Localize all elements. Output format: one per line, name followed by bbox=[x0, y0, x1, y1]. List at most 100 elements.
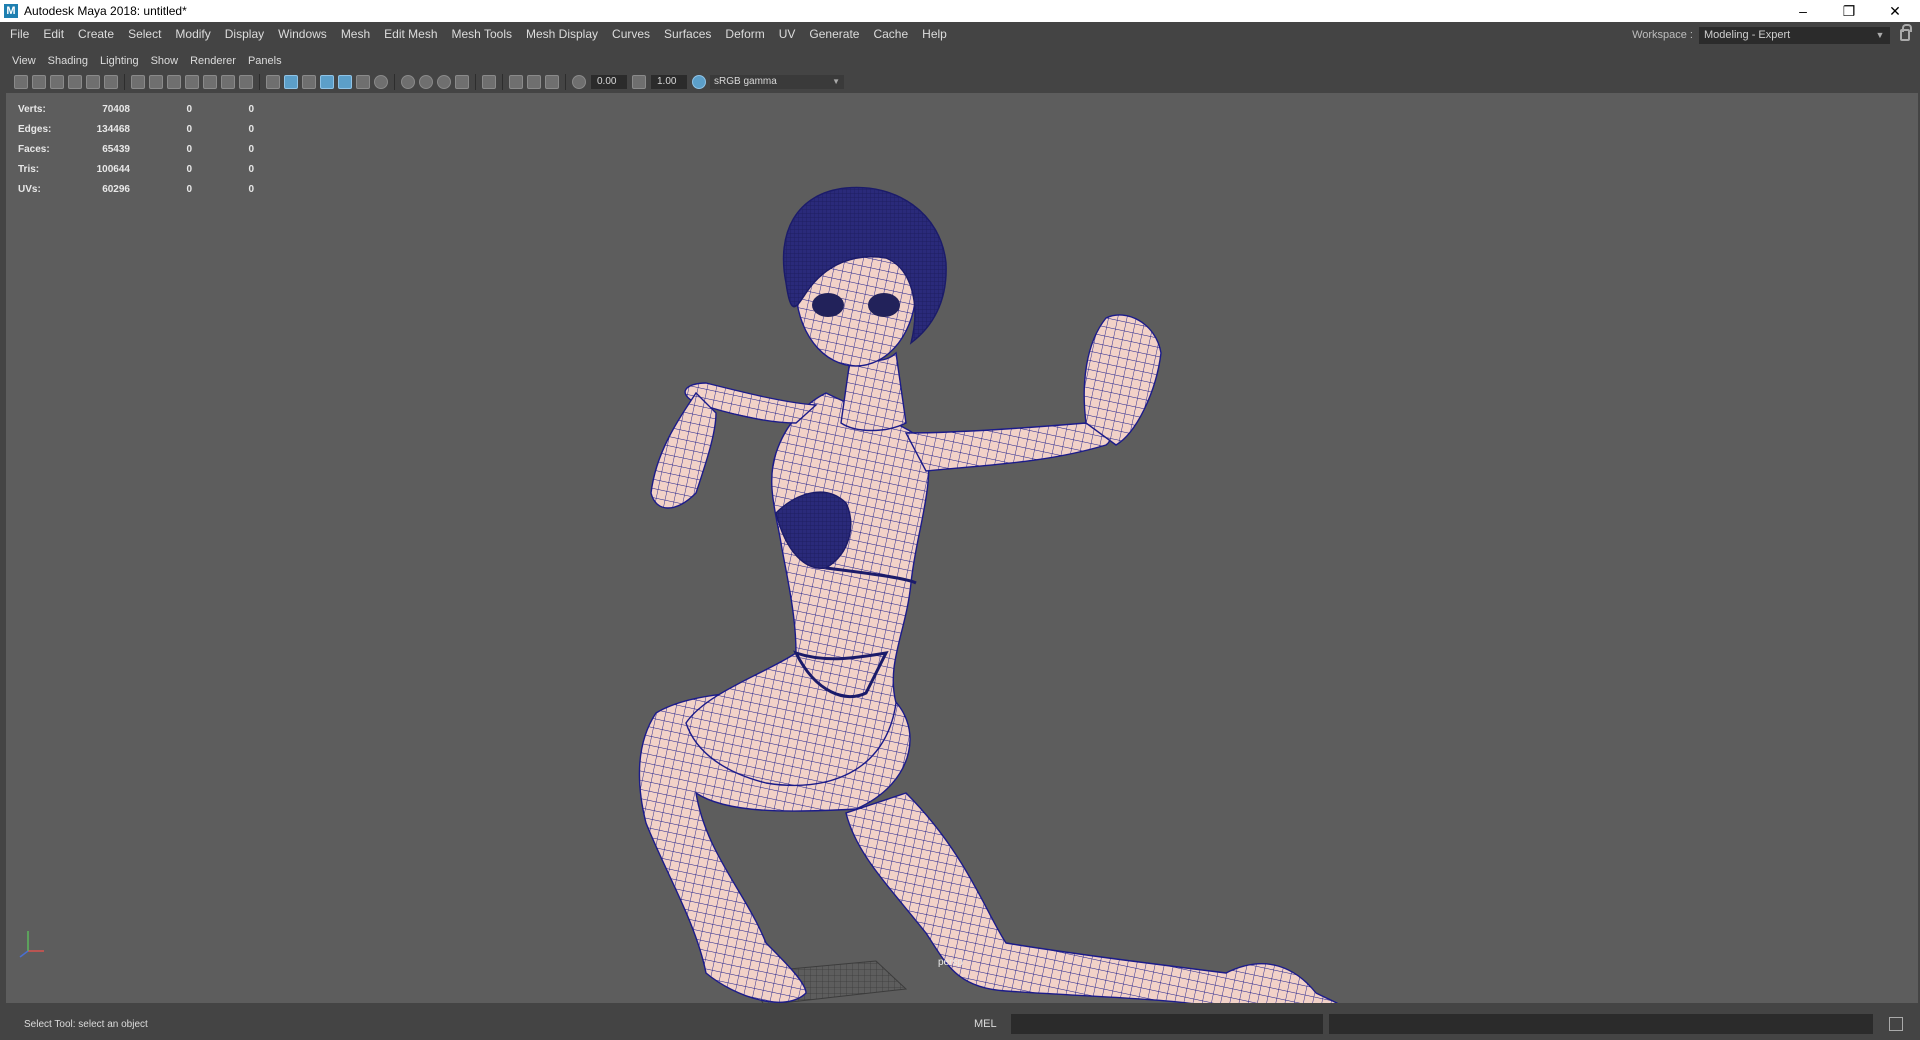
hud-selected: 0 bbox=[186, 183, 192, 195]
hud-label: UVs: bbox=[18, 183, 41, 195]
hud-selected: 0 bbox=[186, 143, 192, 155]
2d-pan-zoom-icon[interactable] bbox=[86, 75, 100, 89]
axis-gizmo-icon bbox=[19, 931, 44, 958]
poly-count-hud: Verts: 70408 0 0 Edges: 134468 0 0 Faces… bbox=[18, 99, 254, 199]
menu-mesh-display[interactable]: Mesh Display bbox=[519, 27, 605, 41]
menu-edit[interactable]: Edit bbox=[36, 27, 71, 41]
menu-display[interactable]: Display bbox=[218, 27, 271, 41]
lock-icon[interactable] bbox=[1900, 24, 1912, 41]
menu-mesh-tools[interactable]: Mesh Tools bbox=[445, 27, 519, 41]
restore-button[interactable]: ❐ bbox=[1826, 0, 1872, 22]
default-material-icon[interactable] bbox=[302, 75, 316, 89]
menu-select[interactable]: Select bbox=[121, 27, 168, 41]
menu-file[interactable]: File bbox=[0, 27, 36, 41]
close-button[interactable]: ✕ bbox=[1872, 0, 1918, 22]
safe-action-icon[interactable] bbox=[221, 75, 235, 89]
xray-joints-icon[interactable] bbox=[545, 75, 559, 89]
panel-menu-show[interactable]: Show bbox=[145, 55, 185, 67]
resolution-gate-icon[interactable] bbox=[167, 75, 181, 89]
menu-surfaces[interactable]: Surfaces bbox=[657, 27, 718, 41]
hud-components: 0 bbox=[248, 163, 254, 175]
script-editor-icon[interactable] bbox=[1888, 1017, 1903, 1031]
gamma-field[interactable]: 1.00 bbox=[651, 75, 687, 89]
menu-edit-mesh[interactable]: Edit Mesh bbox=[377, 27, 444, 41]
menu-deform[interactable]: Deform bbox=[718, 27, 771, 41]
hud-total: 60296 bbox=[102, 183, 130, 195]
hud-row-faces: Faces: 65439 0 0 bbox=[18, 139, 254, 159]
command-result-field bbox=[1328, 1014, 1873, 1034]
view-transform-value: sRGB gamma bbox=[714, 76, 777, 87]
menu-generate[interactable]: Generate bbox=[802, 27, 866, 41]
mesh-right-hand bbox=[1083, 314, 1162, 446]
wireframe-on-shaded-icon[interactable] bbox=[320, 75, 334, 89]
anti-aliasing-icon[interactable] bbox=[437, 75, 451, 89]
menu-curves[interactable]: Curves bbox=[605, 27, 657, 41]
wireframe-icon[interactable] bbox=[266, 75, 280, 89]
command-language-toggle[interactable]: MEL bbox=[974, 1018, 997, 1030]
maya-app-icon: M bbox=[4, 4, 18, 18]
panel-menu-view[interactable]: View bbox=[6, 55, 42, 67]
viewport-panel: View Shading Lighting Show Renderer Pane… bbox=[6, 51, 1918, 1003]
menu-modify[interactable]: Modify bbox=[168, 27, 217, 41]
command-line-input[interactable] bbox=[1010, 1014, 1323, 1034]
select-camera-icon[interactable] bbox=[14, 75, 28, 89]
workspace-label: Workspace : bbox=[1632, 29, 1693, 41]
field-chart-icon[interactable] bbox=[203, 75, 217, 89]
hud-row-verts: Verts: 70408 0 0 bbox=[18, 99, 254, 119]
grease-pencil-icon[interactable] bbox=[104, 75, 118, 89]
mesh-render bbox=[638, 186, 1339, 1003]
bookmarks-icon[interactable] bbox=[50, 75, 64, 89]
panel-menu-bar: View Shading Lighting Show Renderer Pane… bbox=[6, 51, 1918, 71]
film-gate-icon[interactable] bbox=[149, 75, 163, 89]
gate-mask-icon[interactable] bbox=[185, 75, 199, 89]
menu-cache[interactable]: Cache bbox=[866, 27, 915, 41]
image-plane-icon[interactable] bbox=[68, 75, 82, 89]
safe-title-icon[interactable] bbox=[239, 75, 253, 89]
camera-name-label: persp bbox=[938, 957, 964, 968]
workspace-selector: Workspace : Modeling - Expert ▼ bbox=[1632, 24, 1912, 44]
hud-total: 65439 bbox=[102, 143, 130, 155]
workspace-dropdown[interactable]: Modeling - Expert ▼ bbox=[1699, 26, 1890, 44]
shadows-icon[interactable] bbox=[374, 75, 388, 89]
menu-create[interactable]: Create bbox=[71, 27, 121, 41]
hud-label: Faces: bbox=[18, 143, 50, 155]
menu-uv[interactable]: UV bbox=[772, 27, 803, 41]
chevron-down-icon: ▼ bbox=[832, 77, 840, 86]
use-all-lights-icon[interactable] bbox=[356, 75, 370, 89]
grid-icon[interactable] bbox=[131, 75, 145, 89]
smooth-shade-icon[interactable] bbox=[284, 75, 298, 89]
mesh-back-leg bbox=[845, 792, 1339, 1003]
screen-space-ao-icon[interactable] bbox=[401, 75, 415, 89]
hud-total: 100644 bbox=[96, 163, 130, 175]
3d-viewport-canvas[interactable]: Verts: 70408 0 0 Edges: 134468 0 0 Faces… bbox=[6, 93, 1918, 1003]
textured-icon[interactable] bbox=[338, 75, 352, 89]
view-transform-dropdown[interactable]: sRGB gamma ▼ bbox=[710, 75, 844, 89]
depth-of-field-icon[interactable] bbox=[455, 75, 469, 89]
mesh-eye-right bbox=[868, 293, 900, 317]
panel-menu-renderer[interactable]: Renderer bbox=[184, 55, 242, 67]
mesh-eye-left bbox=[812, 293, 844, 317]
menu-mesh[interactable]: Mesh bbox=[334, 27, 377, 41]
color-management-icon[interactable] bbox=[692, 75, 706, 89]
chevron-down-icon: ▼ bbox=[1875, 29, 1885, 40]
panel-menu-lighting[interactable]: Lighting bbox=[94, 55, 145, 67]
panel-menu-shading[interactable]: Shading bbox=[42, 55, 94, 67]
menu-windows[interactable]: Windows bbox=[271, 27, 334, 41]
xray-icon[interactable] bbox=[509, 75, 523, 89]
camera-attributes-icon[interactable] bbox=[32, 75, 46, 89]
help-line: Select Tool: select an object bbox=[24, 1018, 148, 1030]
minimize-button[interactable]: – bbox=[1780, 0, 1826, 22]
hud-row-tris: Tris: 100644 0 0 bbox=[18, 159, 254, 179]
hud-label: Verts: bbox=[18, 103, 46, 115]
panel-menu-panels[interactable]: Panels bbox=[242, 55, 288, 67]
hud-components: 0 bbox=[248, 123, 254, 135]
isolate-select-icon[interactable] bbox=[482, 75, 496, 89]
xray-active-components-icon[interactable] bbox=[527, 75, 541, 89]
help-command-bar: Select Tool: select an object MEL bbox=[0, 1008, 1920, 1040]
exposure-icon[interactable] bbox=[572, 75, 586, 89]
motion-blur-icon[interactable] bbox=[419, 75, 433, 89]
menu-help[interactable]: Help bbox=[915, 27, 954, 41]
gamma-icon[interactable] bbox=[632, 75, 646, 89]
workspace-value: Modeling - Expert bbox=[1704, 28, 1791, 41]
exposure-field[interactable]: 0.00 bbox=[591, 75, 627, 89]
